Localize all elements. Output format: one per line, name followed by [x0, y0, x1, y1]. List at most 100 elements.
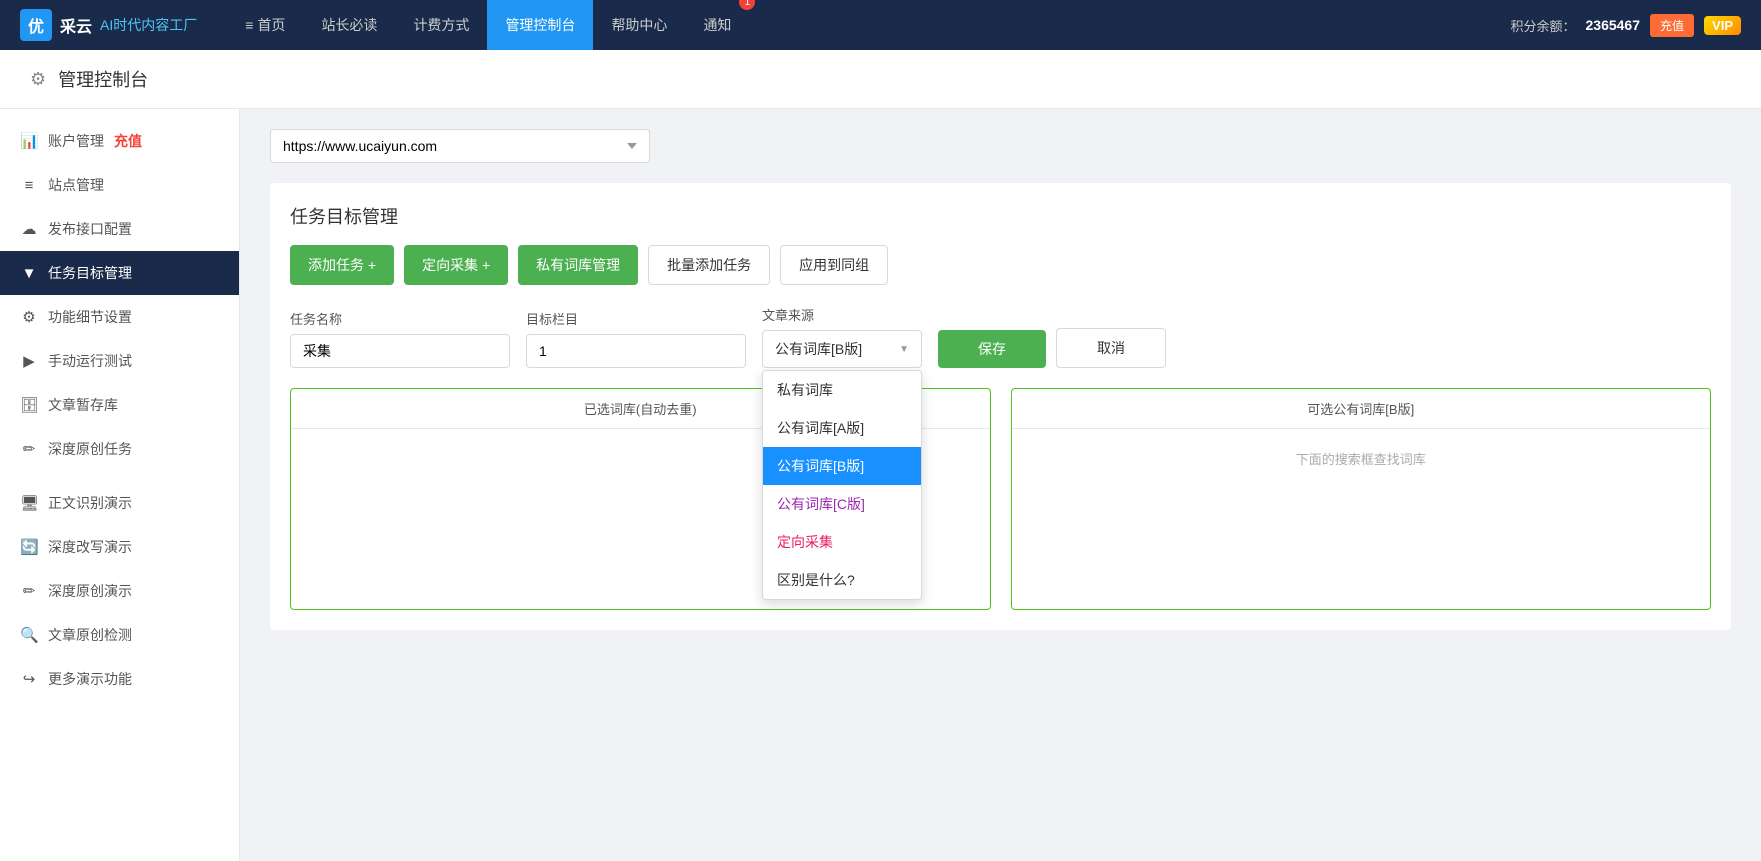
source-selected-value: 公有词库[B版] [775, 339, 862, 359]
target-col-label: 目标栏目 [526, 309, 746, 328]
sidebar-original-demo-label: 深度原创演示 [48, 581, 132, 601]
page-header: ⚙ 管理控制台 [0, 50, 1761, 109]
nav-pricing-label: 计费方式 [413, 15, 469, 35]
task-name-label: 任务名称 [290, 309, 510, 328]
check-icon: 🔍 [20, 626, 38, 644]
vip-badge: VIP [1704, 16, 1741, 35]
dropdown-public-c[interactable]: 公有词库[C版] [763, 485, 921, 523]
right-panel-body: 下面的搜索框查找词库 [1012, 429, 1711, 609]
draft-icon: 🗄 [20, 396, 38, 414]
notification-badge: 1 [739, 0, 755, 10]
recharge-link[interactable]: 充值 [114, 131, 142, 151]
publish-icon: ☁ [20, 220, 38, 238]
original-icon: ✏ [20, 440, 38, 458]
task-section: 任务目标管理 添加任务 + 定向采集 + 私有词库管理 批量添加任务 应用到同组… [270, 183, 1731, 630]
page-title: 管理控制台 [58, 66, 148, 92]
sidebar-divider [0, 471, 239, 481]
target-col-input[interactable] [526, 334, 746, 368]
nav-notification[interactable]: 通知 1 [685, 0, 749, 50]
original-demo-icon: ✏ [20, 582, 38, 600]
sidebar-item-more[interactable]: ↪ 更多演示功能 [0, 657, 239, 701]
top-navigation: 优 采云 AI时代内容工厂 ≡ 首页 站长必读 计费方式 管理控制台 帮助中心 … [0, 0, 1761, 50]
right-panel-header: 可选公有词库[B版] [1012, 389, 1711, 429]
top-recharge-button[interactable]: 充值 [1650, 14, 1694, 37]
nav-dashboard[interactable]: 管理控制台 [487, 0, 593, 50]
chevron-down-icon: ▼ [899, 344, 909, 355]
content-area: 📊 账户管理 充值 ≡ 站点管理 ☁ 发布接口配置 ▼ 任务目标管理 ⚙ 功能细… [0, 109, 1761, 861]
nav-items: ≡ 首页 站长必读 计费方式 管理控制台 帮助中心 通知 1 [227, 0, 1510, 50]
nav-home-label: 首页 [257, 15, 285, 35]
sidebar-item-ocr[interactable]: 🖥 正文识别演示 [0, 481, 239, 525]
section-title: 任务目标管理 [290, 203, 1711, 229]
dropdown-public-b[interactable]: 公有词库[B版] [763, 447, 921, 485]
save-button[interactable]: 保存 [938, 330, 1046, 368]
sidebar-item-manual[interactable]: ▶ 手动运行测试 [0, 339, 239, 383]
sidebar-item-original-demo[interactable]: ✏ 深度原创演示 [0, 569, 239, 613]
dropdown-diff[interactable]: 区别是什么? [763, 561, 921, 599]
manual-icon: ▶ [20, 352, 38, 370]
settings-icon: ⚙ [30, 69, 46, 90]
save-cancel-group: 保存 取消 [938, 328, 1166, 368]
site-selector: https://www.ucaiyun.com [270, 129, 1731, 163]
sidebar-draft-label: 文章暂存库 [48, 395, 118, 415]
rewrite-icon: 🔄 [20, 538, 38, 556]
nav-help[interactable]: 帮助中心 [593, 0, 685, 50]
source-dropdown: 私有词库 公有词库[A版] 公有词库[B版] 公有词库[C版] [762, 370, 922, 600]
site-select[interactable]: https://www.ucaiyun.com [270, 129, 650, 163]
private-library-button[interactable]: 私有词库管理 [518, 245, 638, 285]
sidebar-item-rewrite[interactable]: 🔄 深度改写演示 [0, 525, 239, 569]
sidebar-account-label: 账户管理 [48, 131, 104, 151]
add-task-button[interactable]: 添加任务 + [290, 245, 394, 285]
batch-add-button[interactable]: 批量添加任务 [648, 245, 770, 285]
nav-webmaster[interactable]: 站长必读 [303, 0, 395, 50]
page-container: ⚙ 管理控制台 📊 账户管理 充值 ≡ 站点管理 ☁ 发布接口配置 ▼ 任务目标… [0, 50, 1761, 861]
sidebar: 📊 账户管理 充值 ≡ 站点管理 ☁ 发布接口配置 ▼ 任务目标管理 ⚙ 功能细… [0, 109, 240, 861]
home-nav-icon: ≡ [245, 17, 253, 33]
apply-group-button[interactable]: 应用到同组 [780, 245, 888, 285]
task-name-input[interactable] [290, 334, 510, 368]
task-icon: ▼ [20, 265, 38, 282]
sidebar-item-check[interactable]: 🔍 文章原创检测 [0, 613, 239, 657]
sidebar-settings-label: 功能细节设置 [48, 307, 132, 327]
form-row: 任务名称 目标栏目 文章来源 公有词库[B版] ▼ [290, 305, 1711, 368]
sidebar-rewrite-label: 深度改写演示 [48, 537, 132, 557]
nav-webmaster-label: 站长必读 [321, 15, 377, 35]
dropdown-public-a[interactable]: 公有词库[A版] [763, 409, 921, 447]
points-value: 2365467 [1586, 17, 1641, 33]
cancel-button[interactable]: 取消 [1056, 328, 1166, 368]
right-library-panel: 可选公有词库[B版] 下面的搜索框查找词库 [1011, 388, 1712, 610]
sidebar-item-account[interactable]: 📊 账户管理 充值 [0, 119, 239, 163]
nav-right: 积分余额： 2365467 充值 VIP [1510, 14, 1741, 37]
source-select-button[interactable]: 公有词库[B版] ▼ [762, 330, 922, 368]
nav-pricing[interactable]: 计费方式 [395, 0, 487, 50]
sidebar-item-original[interactable]: ✏ 深度原创任务 [0, 427, 239, 471]
action-bar: 添加任务 + 定向采集 + 私有词库管理 批量添加任务 应用到同组 [290, 245, 1711, 285]
directed-collect-button[interactable]: 定向采集 + [404, 245, 508, 285]
source-label: 文章来源 [762, 305, 922, 324]
sidebar-publish-label: 发布接口配置 [48, 219, 132, 239]
right-panel-hint: 下面的搜索框查找词库 [1022, 439, 1701, 478]
dropdown-directed[interactable]: 定向采集 [763, 523, 921, 561]
library-panels: 已选词库(自动去重) 可选公有词库[B版] 下面的搜索框查找词库 [290, 388, 1711, 610]
sidebar-manual-label: 手动运行测试 [48, 351, 132, 371]
account-icon: 📊 [20, 132, 38, 150]
app-logo: 优 采云 AI时代内容工厂 [20, 9, 197, 41]
source-group: 文章来源 公有词库[B版] ▼ 私有词库 公有词库[A版] [762, 305, 922, 368]
target-col-group: 目标栏目 [526, 309, 746, 368]
sidebar-item-task[interactable]: ▼ 任务目标管理 [0, 251, 239, 295]
more-icon: ↪ [20, 670, 38, 688]
sidebar-item-publish[interactable]: ☁ 发布接口配置 [0, 207, 239, 251]
settings-sidebar-icon: ⚙ [20, 308, 38, 326]
main-content: https://www.ucaiyun.com 任务目标管理 添加任务 + 定向… [240, 109, 1761, 861]
nav-notification-label: 通知 [703, 15, 731, 35]
dropdown-private[interactable]: 私有词库 [763, 371, 921, 409]
sidebar-task-label: 任务目标管理 [48, 263, 132, 283]
task-name-group: 任务名称 [290, 309, 510, 368]
points-label: 积分余额： [1510, 16, 1575, 35]
sidebar-item-settings[interactable]: ⚙ 功能细节设置 [0, 295, 239, 339]
nav-home[interactable]: ≡ 首页 [227, 0, 303, 50]
sidebar-ocr-label: 正文识别演示 [48, 493, 132, 513]
sidebar-more-label: 更多演示功能 [48, 669, 132, 689]
sidebar-item-site[interactable]: ≡ 站点管理 [0, 163, 239, 207]
sidebar-item-draft[interactable]: 🗄 文章暂存库 [0, 383, 239, 427]
